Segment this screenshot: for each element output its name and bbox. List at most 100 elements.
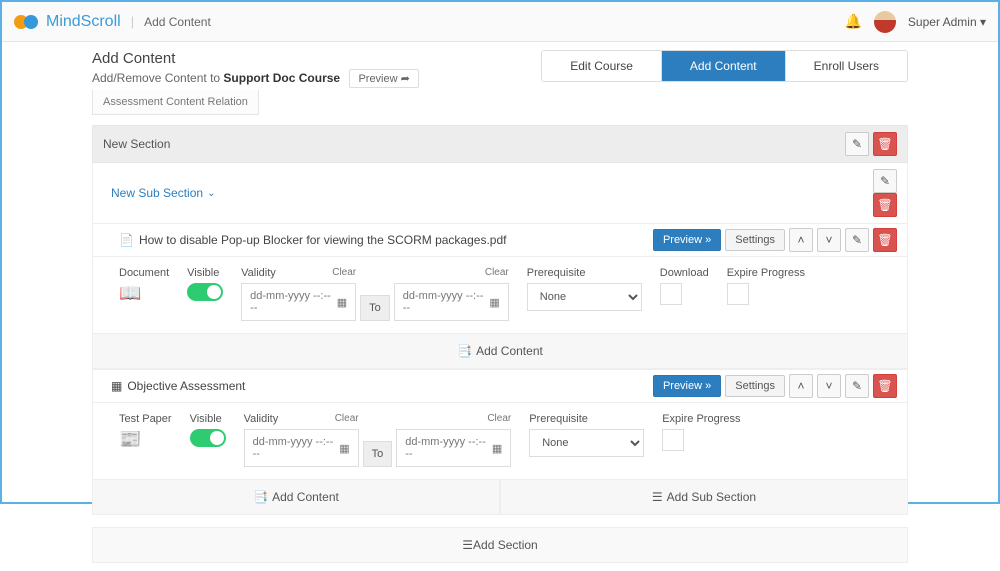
item-header-2: ▦ Objective Assessment Preview » Setting…	[92, 369, 908, 403]
chevron-up-icon: ˄	[797, 379, 804, 393]
item-preview-button[interactable]: Preview »	[653, 229, 721, 251]
chevron-down-icon[interactable]: ⌄	[207, 188, 215, 199]
visible-toggle[interactable]	[187, 283, 223, 301]
item-header: 📄 How to disable Pop-up Blocker for view…	[92, 224, 908, 257]
clear-to[interactable]: Clear	[485, 267, 509, 278]
add-content-button[interactable]: 📑Add Content	[92, 334, 908, 369]
breadcrumb: Add Content	[144, 15, 211, 29]
section-title: New Section	[103, 137, 170, 151]
item-form: Document 📖 Visible Validity Clear dd-mm-…	[92, 257, 908, 334]
tab-add-content[interactable]: Add Content	[662, 51, 786, 81]
type-label-2: Test Paper	[119, 413, 172, 425]
testpaper-icon: 📰	[119, 429, 172, 450]
list-icon: ☰	[462, 538, 473, 552]
subsection-delete-button[interactable]: 🗑	[873, 193, 897, 217]
validity-to-input-2[interactable]: dd-mm-yyyy --:-- --▦	[396, 429, 511, 467]
type-label: Document	[119, 267, 169, 279]
subsection-title[interactable]: New Sub Section	[111, 186, 203, 200]
copy-icon: 📑	[457, 344, 472, 358]
prereq-label-2: Prerequisite	[529, 413, 644, 425]
item2-move-up-button[interactable]: ˄	[789, 374, 813, 398]
expire-label-2: Expire Progress	[662, 413, 740, 425]
action-tabs: Edit Course Add Content Enroll Users	[541, 50, 908, 82]
share-icon: ➦	[401, 73, 410, 85]
trash-icon: 🗑	[877, 233, 892, 247]
brand-text: MindScroll	[46, 13, 121, 31]
item-settings-button[interactable]: Settings	[725, 229, 785, 251]
topbar: MindScroll | Add Content 🔔 Super Admin ▾	[2, 2, 998, 42]
item-title-2: Objective Assessment	[127, 379, 245, 393]
file-icon: 📄	[119, 233, 134, 247]
item-delete-button[interactable]: 🗑	[873, 228, 897, 252]
section-header: New Section ✎ 🗑	[92, 125, 908, 163]
trash-icon: 🗑	[877, 379, 892, 393]
to-label-2: To	[363, 441, 393, 467]
pencil-icon: ✎	[880, 174, 890, 188]
expire-checkbox[interactable]	[727, 283, 749, 305]
calendar-icon: ▦	[111, 379, 122, 393]
chevron-down-icon: ˅	[825, 379, 832, 393]
clear-from-2[interactable]: Clear	[335, 413, 359, 424]
pencil-icon: ✎	[852, 233, 862, 247]
bell-icon[interactable]: 🔔	[844, 13, 861, 30]
validity-label: Validity	[241, 267, 509, 279]
preview-button[interactable]: Preview ➦	[349, 69, 418, 88]
item2-move-down-button[interactable]: ˅	[817, 374, 841, 398]
item2-delete-button[interactable]: 🗑	[873, 374, 897, 398]
validity-from-input-2[interactable]: dd-mm-yyyy --:-- --▦	[244, 429, 359, 467]
clear-from[interactable]: Clear	[332, 267, 356, 278]
chevron-down-icon: ˅	[825, 233, 832, 247]
document-icon: 📖	[119, 283, 169, 304]
item2-preview-button[interactable]: Preview »	[653, 375, 721, 397]
download-checkbox[interactable]	[660, 283, 682, 305]
prereq-select-2[interactable]: None	[529, 429, 644, 457]
add-content-button-2[interactable]: 📑Add Content	[92, 480, 500, 515]
subsection-header: New Sub Section ⌄ ✎ 🗑	[92, 163, 908, 224]
tab-assessment-relation[interactable]: Assessment Content Relation	[92, 90, 259, 115]
item-move-down-button[interactable]: ˅	[817, 228, 841, 252]
item-title: How to disable Pop-up Blocker for viewin…	[139, 233, 507, 247]
divider: |	[131, 14, 134, 29]
pencil-icon: ✎	[852, 137, 862, 151]
pencil-icon: ✎	[852, 379, 862, 393]
calendar-icon: ▦	[489, 296, 499, 309]
trash-icon: 🗑	[877, 198, 892, 212]
visible-label-2: Visible	[190, 413, 226, 425]
item-move-up-button[interactable]: ˄	[789, 228, 813, 252]
calendar-icon: ▦	[339, 442, 349, 455]
prereq-select[interactable]: None	[527, 283, 642, 311]
download-label: Download	[660, 267, 709, 279]
add-subsection-button[interactable]: ☰Add Sub Section	[500, 480, 908, 515]
calendar-icon: ▦	[492, 442, 502, 455]
visible-toggle-2[interactable]	[190, 429, 226, 447]
add-section-button[interactable]: ☰Add Section	[92, 527, 908, 563]
visible-label: Visible	[187, 267, 223, 279]
trash-icon: 🗑	[877, 137, 892, 151]
item-edit-button[interactable]: ✎	[845, 228, 869, 252]
item2-edit-button[interactable]: ✎	[845, 374, 869, 398]
calendar-icon: ▦	[337, 296, 347, 309]
page-title: Add Content	[92, 50, 419, 67]
tab-edit-course[interactable]: Edit Course	[542, 51, 662, 81]
section-delete-button[interactable]: 🗑	[873, 132, 897, 156]
logo[interactable]: MindScroll	[14, 13, 121, 31]
section-edit-button[interactable]: ✎	[845, 132, 869, 156]
chevron-up-icon: ˄	[797, 233, 804, 247]
avatar[interactable]	[874, 11, 896, 33]
subsection-edit-button[interactable]: ✎	[873, 169, 897, 193]
validity-label-2: Validity	[244, 413, 512, 425]
expire-checkbox-2[interactable]	[662, 429, 684, 451]
validity-from-input[interactable]: dd-mm-yyyy --:-- --▦	[241, 283, 356, 321]
prereq-label: Prerequisite	[527, 267, 642, 279]
page-subtitle: Add/Remove Content to Support Doc Course…	[92, 69, 419, 88]
item2-settings-button[interactable]: Settings	[725, 375, 785, 397]
user-menu[interactable]: Super Admin ▾	[908, 15, 986, 29]
item2-form: Test Paper 📰 Visible Validity Clear dd-m…	[92, 403, 908, 480]
logo-icon	[14, 13, 40, 31]
validity-to-input[interactable]: dd-mm-yyyy --:-- --▦	[394, 283, 509, 321]
to-label: To	[360, 295, 390, 321]
tab-enroll-users[interactable]: Enroll Users	[786, 51, 907, 81]
clear-to-2[interactable]: Clear	[487, 413, 511, 424]
copy-icon: 📑	[253, 490, 268, 504]
list-icon: ☰	[652, 490, 663, 504]
